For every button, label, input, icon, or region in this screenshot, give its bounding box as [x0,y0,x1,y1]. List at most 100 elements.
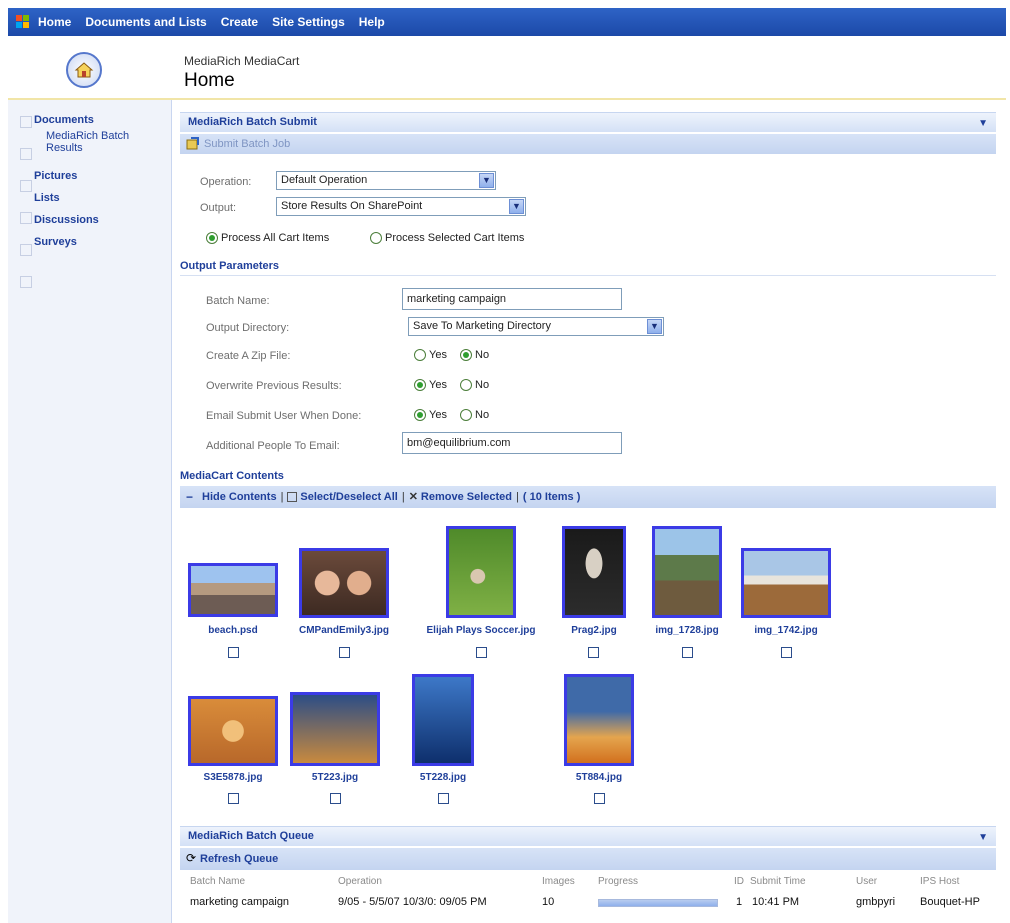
radio-selected-icon [414,379,426,391]
submit-batch-job-button[interactable]: Submit Batch Job [204,138,290,150]
batch-name-field[interactable]: marketing campaign [402,288,622,310]
sidebar-decoration [20,116,32,128]
item-checkbox[interactable] [588,647,599,658]
sidebar-item-surveys[interactable]: Surveys [34,236,77,248]
thumbnail-image[interactable] [446,526,516,618]
item-checkbox[interactable] [228,793,239,804]
remove-icon: ✕ [408,491,418,503]
sidebar-decoration [20,148,32,160]
chevron-down-icon[interactable]: ▼ [509,199,524,214]
collapse-arrow-icon[interactable]: ▼ [978,118,988,129]
column-header: Operation [338,876,382,887]
file-name[interactable]: beach.psd [188,625,278,636]
process-all-radio[interactable]: Process All Cart Items [206,232,329,244]
thumbnail-image[interactable] [188,696,278,766]
overwrite-yes-radio[interactable]: Yes [414,379,447,391]
column-header: Batch Name [190,876,246,887]
process-all-label: Process All Cart Items [221,232,330,244]
sharepoint-logo-icon [16,15,30,29]
select-deselect-all-link[interactable]: Select/Deselect All [300,491,397,503]
batch-queue-header: MediaRich Batch Queue ▼ [180,826,996,846]
nav-home[interactable]: Home [38,15,71,29]
file-name[interactable]: img_1742.jpg [741,625,831,636]
process-selected-label: Process Selected Cart Items [385,232,525,244]
checkbox-icon [287,492,298,503]
radio-selected-icon [460,349,472,361]
item-checkbox[interactable] [476,647,487,658]
item-checkbox[interactable] [682,647,693,658]
item-checkbox[interactable] [228,647,239,658]
queue-batch-name: marketing campaign [190,896,290,908]
item-checkbox[interactable] [339,647,350,658]
queue-user: gmbpyri [856,896,896,908]
radio-unselected-icon [414,349,426,361]
item-checkbox[interactable] [330,793,341,804]
chevron-down-icon[interactable]: ▼ [479,173,494,188]
zip-yes-radio[interactable]: Yes [414,349,447,361]
queue-progress-bar [598,899,718,907]
zip-yes-label: Yes [429,349,447,361]
output-select[interactable]: Store Results On SharePoint ▼ [276,197,526,216]
nav-documents-and-lists[interactable]: Documents and Lists [85,15,206,29]
file-name[interactable]: img_1728.jpg [642,625,732,636]
file-name[interactable]: 5T884.jpg [554,772,644,783]
file-name[interactable]: 5T223.jpg [290,772,380,783]
overwrite-no-radio[interactable]: No [460,379,489,391]
file-name[interactable]: CMPandEmily3.jpg [284,625,404,636]
sidebar-item-batch-results[interactable]: MediaRich Batch Results [46,130,146,154]
file-name[interactable]: Prag2.jpg [554,625,634,636]
sidebar-item-lists[interactable]: Lists [34,192,60,204]
item-checkbox[interactable] [781,647,792,658]
remove-selected-link[interactable]: Remove Selected [421,491,512,503]
sidebar-item-pictures[interactable]: Pictures [34,170,77,182]
overwrite-yes-label: Yes [429,379,447,391]
thumbnail-image[interactable] [188,563,278,617]
zip-no-radio[interactable]: No [460,349,489,361]
thumbnail-image[interactable] [741,548,831,618]
operation-value: Default Operation [281,174,368,186]
divider [180,275,996,276]
item-checkbox[interactable] [594,793,605,804]
sidebar: Documents MediaRich Batch Results Pictur… [8,100,172,923]
file-name[interactable]: 5T228.jpg [398,772,488,783]
process-selected-radio[interactable]: Process Selected Cart Items [370,232,524,244]
hide-contents-link[interactable]: Hide Contents [202,491,277,503]
collapse-icon[interactable]: − [186,490,193,504]
progress-fill [599,900,717,906]
column-header: Images [542,876,575,887]
email-yes-radio[interactable]: Yes [414,409,447,421]
email-submit-user-label: Email Submit User When Done: [206,410,362,422]
batch-submit-header: MediaRich Batch Submit ▼ [180,112,996,132]
thumbnail-image[interactable] [299,548,389,618]
thumbnail-image[interactable] [412,674,474,766]
file-name[interactable]: Elijah Plays Soccer.jpg [416,625,546,636]
submit-icon [186,137,199,150]
email-no-radio[interactable]: No [460,409,489,421]
thumbnail-image[interactable] [564,674,634,766]
item-checkbox[interactable] [438,793,449,804]
additional-email-field[interactable]: bm@equilibrium.com [402,432,622,454]
home-icon[interactable] [66,52,102,88]
nav-create[interactable]: Create [221,15,258,29]
thumbnail-image[interactable] [290,692,380,766]
operation-select[interactable]: Default Operation ▼ [276,171,496,190]
nav-help[interactable]: Help [359,15,385,29]
column-header: Submit Time [750,876,806,887]
file-name[interactable]: S3E5878.jpg [188,772,278,783]
nav-site-settings[interactable]: Site Settings [272,15,345,29]
thumbnail-image[interactable] [652,526,722,618]
overwrite-no-label: No [475,379,490,391]
sidebar-item-documents[interactable]: Documents [34,114,94,126]
chevron-down-icon[interactable]: ▼ [647,319,662,334]
item-count: ( 10 Items ) [522,491,581,503]
sidebar-decoration [20,212,32,224]
thumbnail-image[interactable] [562,526,626,618]
collapse-arrow-icon[interactable]: ▼ [978,832,988,843]
email-no-label: No [475,409,490,421]
overwrite-label: Overwrite Previous Results: [206,380,342,392]
refresh-queue-button[interactable]: Refresh Queue [200,853,278,865]
additional-email-label: Additional People To Email: [206,440,340,452]
output-directory-value: Save To Marketing Directory [413,320,551,332]
output-directory-select[interactable]: Save To Marketing Directory ▼ [408,317,664,336]
sidebar-item-discussions[interactable]: Discussions [34,214,99,226]
